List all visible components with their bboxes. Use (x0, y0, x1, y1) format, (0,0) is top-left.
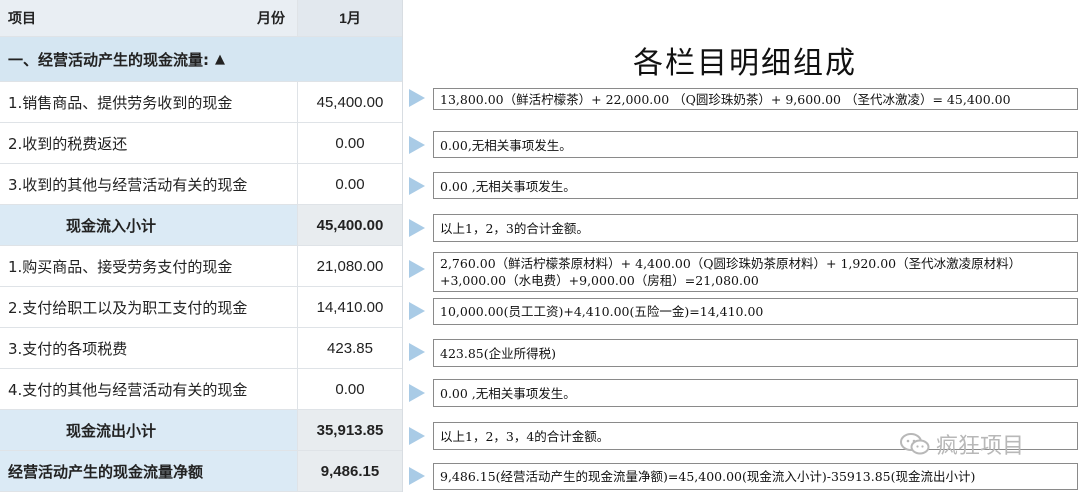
arrow-right-icon (409, 219, 425, 237)
arrow-right-icon (409, 177, 425, 195)
row-value: 45,400.00 (298, 205, 402, 245)
row-value: 14,410.00 (316, 298, 384, 316)
row-label: 1.销售商品、提供劳务收到的现金 (0, 82, 298, 122)
arrow-right-icon (409, 260, 425, 278)
table-row: 2.收到的税费返还 0.00 (0, 123, 402, 164)
row-label: 4.支付的其他与经营活动有关的现金 (0, 369, 298, 409)
arrow-right-icon (409, 343, 425, 361)
watermark: 疯狂项目 (900, 428, 1024, 460)
arrow-right-icon (409, 89, 425, 107)
row-label: 2.支付给职工以及为职工支付的现金 (0, 287, 298, 327)
cash-flow-table: 项目 月份 1月 一、经营活动产生的现金流量: ▲ 1.销售商品、提供劳务收到的… (0, 0, 403, 492)
table-row: 2.支付给职工以及为职工支付的现金 14,410.00 (0, 287, 402, 328)
note-box: 0.00 ,无相关事项发生。 (433, 172, 1078, 199)
subtotal-row-inflow: 现金流入小计 45,400.00 (0, 205, 402, 246)
row-label: 经营活动产生的现金流量净额 (0, 451, 298, 491)
row-label: 2.收到的税费返还 (0, 123, 298, 163)
row-label: 3.收到的其他与经营活动有关的现金 (0, 164, 298, 204)
header-col-jan: 1月 (298, 0, 402, 36)
arrow-right-icon (409, 467, 425, 485)
note-box: 0.00 ,无相关事项发生。 (433, 379, 1078, 407)
header-month: 月份 (257, 11, 285, 27)
note-box: 423.85(企业所得税) (433, 339, 1078, 367)
row-value: 423.85 (327, 339, 373, 357)
note-box: 2,760.00（鲜活柠檬茶原材料）+ 4,400.00（Q圆珍珠奶茶原材料）+… (433, 252, 1078, 292)
subtotal-row-outflow: 现金流出小计 35,913.85 (0, 410, 402, 451)
table-row: 4.支付的其他与经营活动有关的现金 0.00 (0, 369, 402, 410)
row-value: 21,080.00 (316, 257, 384, 275)
table-row: 1.购买商品、接受劳务支付的现金 21,080.00 (0, 246, 402, 287)
arrow-right-icon (409, 384, 425, 402)
row-label: 1.购买商品、接受劳务支付的现金 (0, 246, 298, 286)
row-value: 0.00 (335, 380, 365, 398)
section-title: 一、经营活动产生的现金流量: (8, 50, 209, 69)
arrow-right-icon (409, 427, 425, 445)
row-value: 9,486.15 (298, 451, 402, 491)
row-value: 35,913.85 (298, 410, 402, 450)
row-label: 现金流出小计 (0, 410, 298, 450)
arrow-right-icon (409, 136, 425, 154)
panel-title: 各栏目明细组成 (633, 46, 857, 81)
net-cash-flow-row: 经营活动产生的现金流量净额 9,486.15 (0, 451, 402, 492)
row-label: 3.支付的各项税费 (0, 328, 298, 368)
arrow-right-icon (409, 302, 425, 320)
watermark-text: 疯狂项目 (936, 434, 1025, 459)
table-header: 项目 月份 1月 (0, 0, 402, 37)
row-value: 0.00 (335, 134, 365, 152)
section-operating[interactable]: 一、经营活动产生的现金流量: ▲ (0, 37, 402, 82)
wechat-icon (900, 433, 930, 455)
row-value: 0.00 (335, 175, 365, 193)
table-row: 1.销售商品、提供劳务收到的现金 45,400.00 (0, 82, 402, 123)
row-label: 现金流入小计 (0, 205, 298, 245)
note-box: 9,486.15(经营活动产生的现金流量净额)=45,400.00(现金流入小计… (433, 463, 1078, 490)
chevron-up-icon[interactable]: ▲ (215, 52, 225, 67)
note-box: 10,000.00(员工工资)+4,410.00(五险一金)=14,410.00 (433, 298, 1078, 325)
note-box: 13,800.00（鲜活柠檬茶）+ 22,000.00 （Q圆珍珠奶茶）+ 9,… (433, 88, 1078, 110)
table-row: 3.支付的各项税费 423.85 (0, 328, 402, 369)
table-row: 3.收到的其他与经营活动有关的现金 0.00 (0, 164, 402, 205)
note-box: 以上1，2，3的合计金额。 (433, 214, 1078, 242)
note-box: 0.00,无相关事项发生。 (433, 131, 1078, 158)
row-value: 45,400.00 (316, 93, 384, 111)
header-item: 项目 (8, 11, 36, 27)
